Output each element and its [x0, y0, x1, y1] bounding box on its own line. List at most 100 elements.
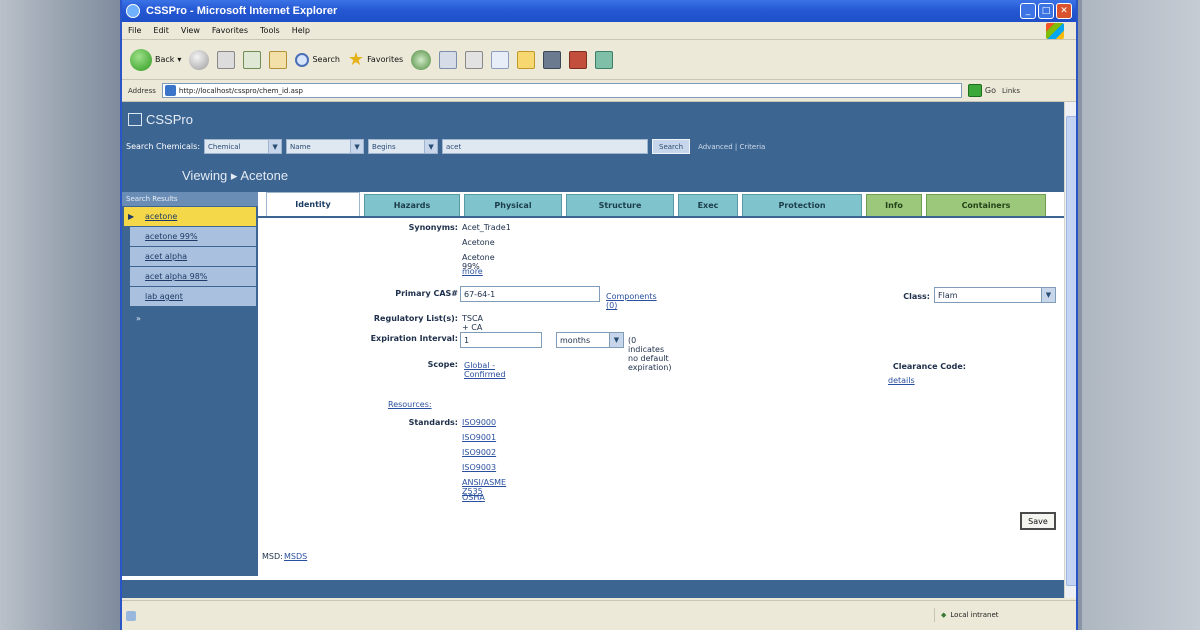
- logo-icon: [128, 113, 142, 126]
- zone-label: Local intranet: [950, 611, 999, 619]
- components-link[interactable]: Components (0): [606, 292, 657, 310]
- scrollbar-thumb[interactable]: [1066, 116, 1076, 586]
- internet-explorer-icon: [126, 4, 140, 18]
- search-match-select[interactable]: Begins ▼: [368, 139, 439, 154]
- edit-icon[interactable]: [491, 50, 510, 69]
- address-label: Address: [128, 86, 156, 95]
- advanced-search-links[interactable]: Advanced | Criteria: [698, 143, 765, 151]
- desktop-background: [1082, 0, 1200, 630]
- class-label: Class:: [903, 292, 930, 301]
- maximize-icon[interactable]: □: [1038, 3, 1054, 19]
- tab-hazards[interactable]: Hazards: [364, 194, 460, 216]
- tab-protection[interactable]: Protection: [742, 194, 862, 216]
- chevron-down-icon: ▼: [1041, 288, 1055, 302]
- synonym-item: Acet_Trade1: [462, 223, 511, 232]
- expiration-input[interactable]: 1: [460, 332, 542, 348]
- expiration-unit-select[interactable]: months ▼: [556, 332, 624, 348]
- search-results-header: Search Results: [122, 192, 258, 206]
- browser-toolbar: Back ▾ Search ★ Favorites: [122, 40, 1076, 80]
- search-input[interactable]: acet: [442, 139, 649, 154]
- result-item[interactable]: acet alpha 98%: [130, 267, 256, 286]
- standard-link[interactable]: ISO9001: [462, 433, 496, 442]
- menu-edit[interactable]: Edit: [153, 26, 169, 35]
- title-bar: CSSPro - Microsoft Internet Explorer _ □…: [122, 0, 1076, 22]
- menu-file[interactable]: File: [128, 26, 141, 35]
- expiration-note: (0 indicates no default expiration): [628, 336, 672, 372]
- forward-icon[interactable]: [189, 49, 210, 70]
- tab-bar: Identity Hazards Physical Structure Exec…: [266, 192, 1046, 216]
- back-button[interactable]: Back ▾: [130, 48, 181, 71]
- clearance-details-link[interactable]: details: [888, 376, 915, 385]
- result-item[interactable]: lab agent: [130, 287, 256, 306]
- print-icon[interactable]: [465, 50, 484, 69]
- address-input[interactable]: http://localhost/csspro/chem_id.asp: [161, 83, 962, 98]
- logo-text: CSSPro: [146, 112, 193, 127]
- research-icon[interactable]: [569, 50, 588, 69]
- home-icon[interactable]: [269, 50, 288, 69]
- menu-help[interactable]: Help: [292, 26, 310, 35]
- cas-input[interactable]: 67-64-1: [460, 286, 600, 302]
- result-item[interactable]: acetone 99%: [130, 227, 256, 246]
- windows-logo-icon: [1046, 23, 1064, 39]
- standard-link[interactable]: OSHA: [462, 493, 485, 502]
- more-results-icon[interactable]: »: [136, 314, 258, 323]
- links-label[interactable]: Links: [1002, 87, 1020, 95]
- app-logo: CSSPro: [128, 112, 193, 127]
- tab-physical[interactable]: Physical: [464, 194, 562, 216]
- search-label: Search: [312, 55, 340, 64]
- search-button[interactable]: Search: [295, 52, 340, 67]
- result-item[interactable]: acet alpha: [130, 247, 256, 266]
- vertical-scrollbar[interactable]: [1064, 102, 1076, 598]
- chevron-down-icon: ▼: [424, 140, 438, 153]
- tab-identity[interactable]: Identity: [266, 192, 360, 216]
- msds-link[interactable]: MSDS: [284, 552, 307, 561]
- standard-link[interactable]: ISO9002: [462, 448, 496, 457]
- page-content: CSSPro Search Chemicals: Chemical ▼ Name…: [122, 102, 1064, 598]
- favorites-button[interactable]: ★ Favorites: [348, 49, 403, 70]
- viewing-label: Viewing: [182, 168, 228, 183]
- stop-icon[interactable]: [217, 50, 236, 69]
- close-icon[interactable]: ✕: [1056, 3, 1072, 19]
- search-submit-button[interactable]: Search: [652, 139, 691, 154]
- synonyms-more-link[interactable]: more: [462, 267, 483, 276]
- resources-link[interactable]: Resources:: [388, 400, 432, 409]
- save-button[interactable]: Save: [1020, 512, 1056, 530]
- standard-link[interactable]: ISO9003: [462, 463, 496, 472]
- page-icon: [164, 85, 176, 96]
- menu-bar: File Edit View Favorites Tools Help: [122, 22, 1076, 40]
- menu-tools[interactable]: Tools: [260, 26, 280, 35]
- cas-label: Primary CAS#: [395, 289, 458, 298]
- mail-icon[interactable]: [439, 50, 458, 69]
- class-select[interactable]: Flam ▼: [934, 287, 1056, 303]
- expiration-label: Expiration Interval:: [370, 334, 458, 343]
- tab-info[interactable]: Info: [866, 194, 922, 216]
- search-results-panel: Search Results acetone acetone 99% acet …: [122, 192, 258, 576]
- address-bar: Address http://localhost/csspro/chem_id.…: [122, 80, 1076, 102]
- search-row: Search Chemicals: Chemical ▼ Name ▼ Begi…: [126, 139, 765, 154]
- tab-exec[interactable]: Exec: [678, 194, 738, 216]
- chevron-down-icon: ▼: [268, 140, 282, 153]
- refresh-icon[interactable]: [243, 50, 262, 69]
- synonym-item: Acetone: [462, 238, 495, 247]
- minimize-icon[interactable]: _: [1020, 3, 1036, 19]
- browser-window: CSSPro - Microsoft Internet Explorer _ □…: [120, 0, 1078, 630]
- favorites-label: Favorites: [367, 55, 404, 64]
- result-item-acetone[interactable]: acetone: [124, 207, 256, 226]
- tab-underline: [258, 216, 1064, 218]
- star-icon: ★: [347, 49, 365, 70]
- messenger-icon[interactable]: [543, 50, 562, 69]
- menu-view[interactable]: View: [181, 26, 200, 35]
- viewing-breadcrumb: Viewing ▸ Acetone: [182, 168, 289, 183]
- tab-containers[interactable]: Containers: [926, 194, 1046, 216]
- history-icon[interactable]: [411, 49, 432, 70]
- search-type-select[interactable]: Name ▼: [286, 139, 365, 154]
- search-field-select[interactable]: Chemical ▼: [204, 139, 283, 154]
- standard-link[interactable]: ISO9000: [462, 418, 496, 427]
- back-label: Back: [155, 55, 175, 64]
- menu-favorites[interactable]: Favorites: [212, 26, 248, 35]
- folder-icon[interactable]: [517, 50, 536, 69]
- tools-icon[interactable]: [595, 50, 614, 69]
- scope-link[interactable]: Global - Confirmed: [464, 361, 506, 379]
- tab-structure[interactable]: Structure: [566, 194, 674, 216]
- go-button[interactable]: Go: [967, 84, 996, 97]
